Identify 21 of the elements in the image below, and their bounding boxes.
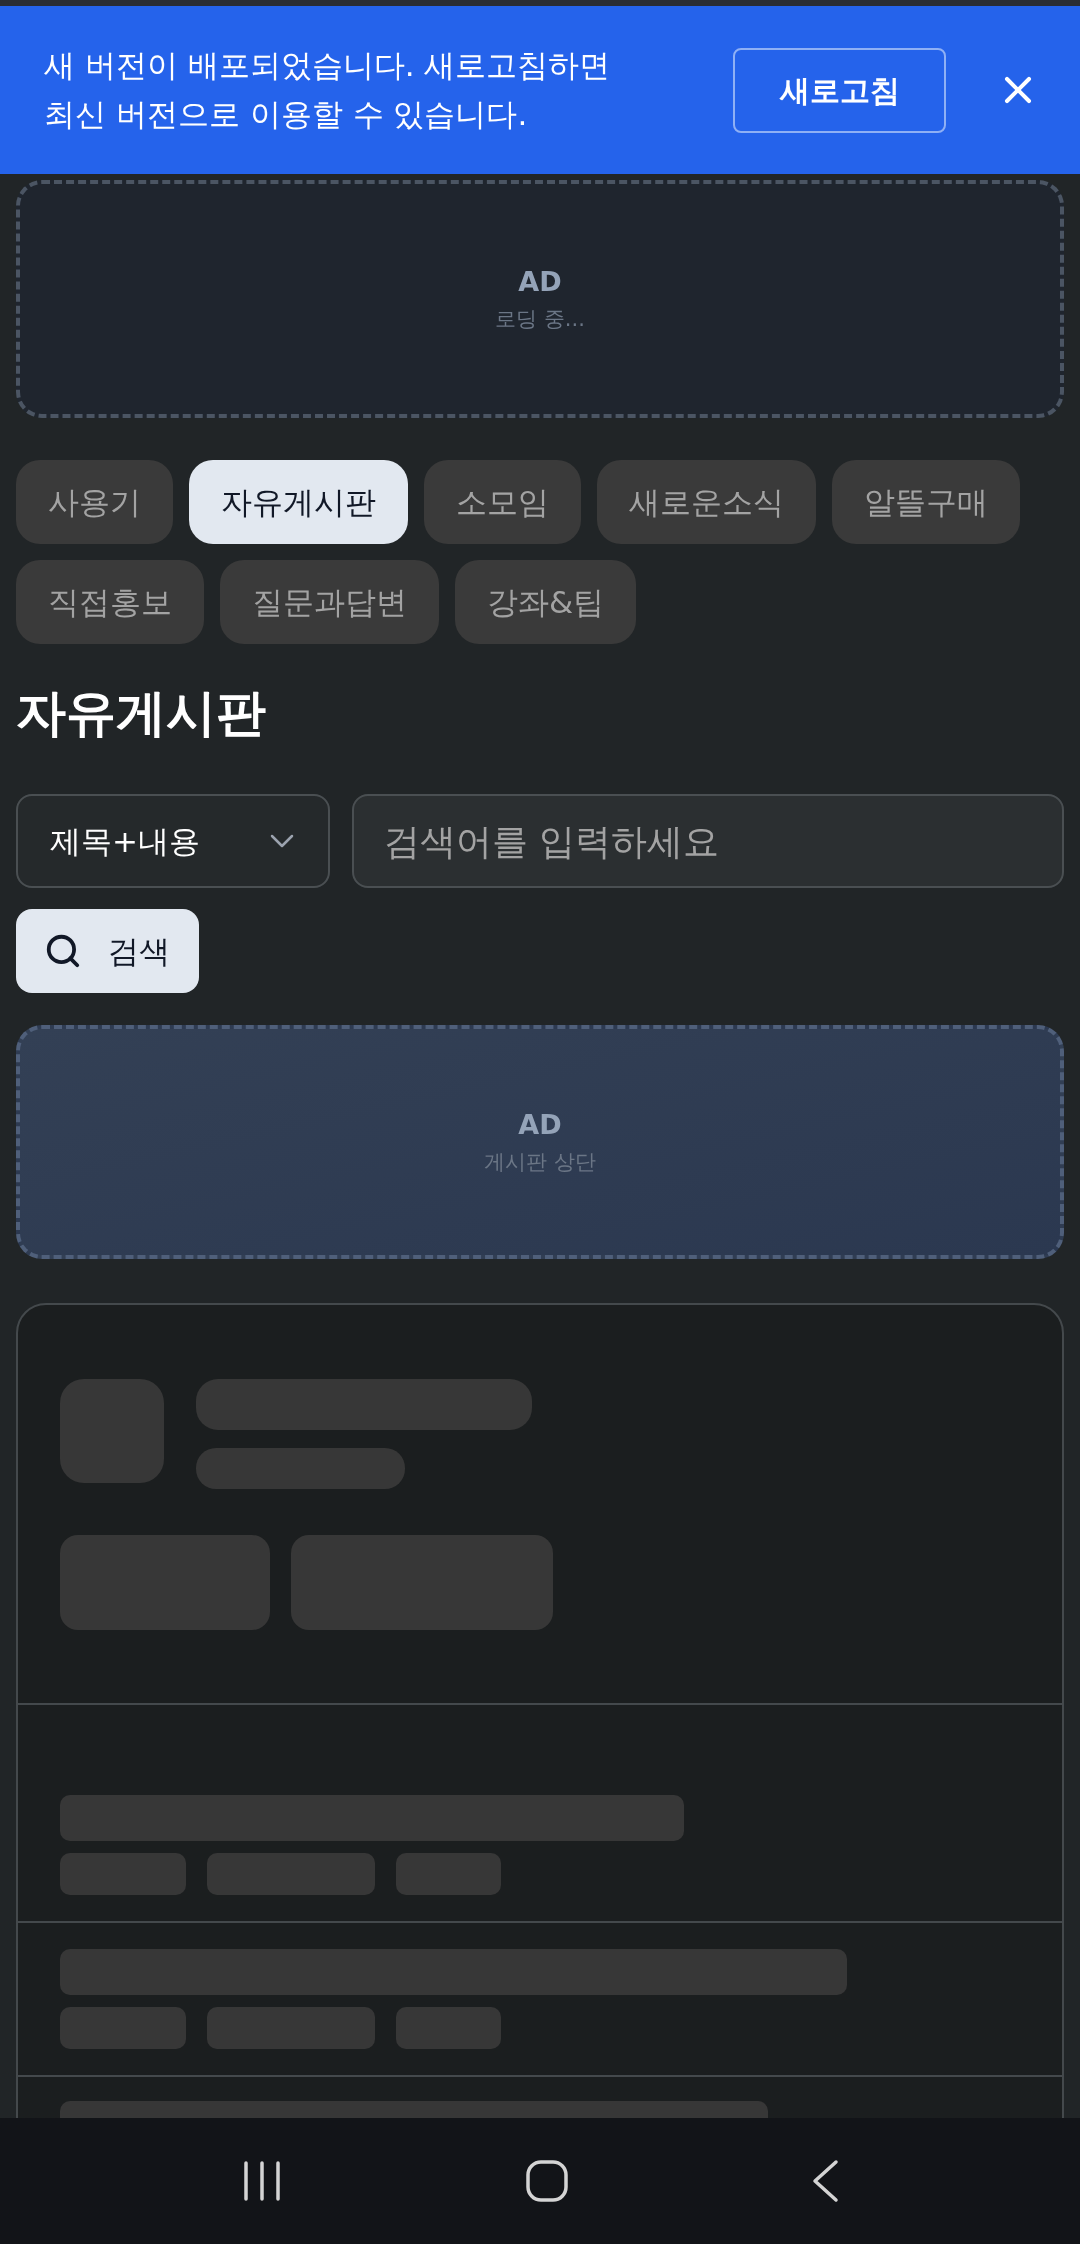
category-tab[interactable]: 강좌&팁 [455,560,637,644]
search-button[interactable]: 검색 [16,909,199,993]
category-tab[interactable]: 새로운소식 [597,460,816,544]
ad-label: AD [518,268,562,295]
search-icon [44,932,82,970]
refresh-button[interactable]: 새로고침 [733,47,946,133]
category-tab[interactable]: 질문과답변 [220,560,439,644]
category-tab[interactable]: 알뜰구매 [832,460,1020,544]
search-field[interactable]: 검색어를 입력하세요 [352,794,1064,888]
ad-label: AD [518,1111,562,1138]
ad-caption: 게시판 상단 [484,1152,596,1173]
ad-caption: 로딩 중... [495,309,585,330]
category-tab[interactable]: 직접홍보 [16,560,204,644]
board-title: 자유게시판 [16,688,267,738]
chevron-down-icon [270,834,294,848]
category-tab[interactable]: 사용기 [16,460,173,544]
home-icon[interactable] [525,2159,569,2203]
update-message: 새 버전이 배포되었습니다. 새로고침하면 최신 버전으로 이용할 수 있습니다. [44,46,612,134]
category-tab[interactable]: 자유게시판 [189,460,408,544]
category-tab[interactable]: 소모임 [424,460,581,544]
search-scope-dropdown[interactable]: 제목+내용 [16,794,330,888]
